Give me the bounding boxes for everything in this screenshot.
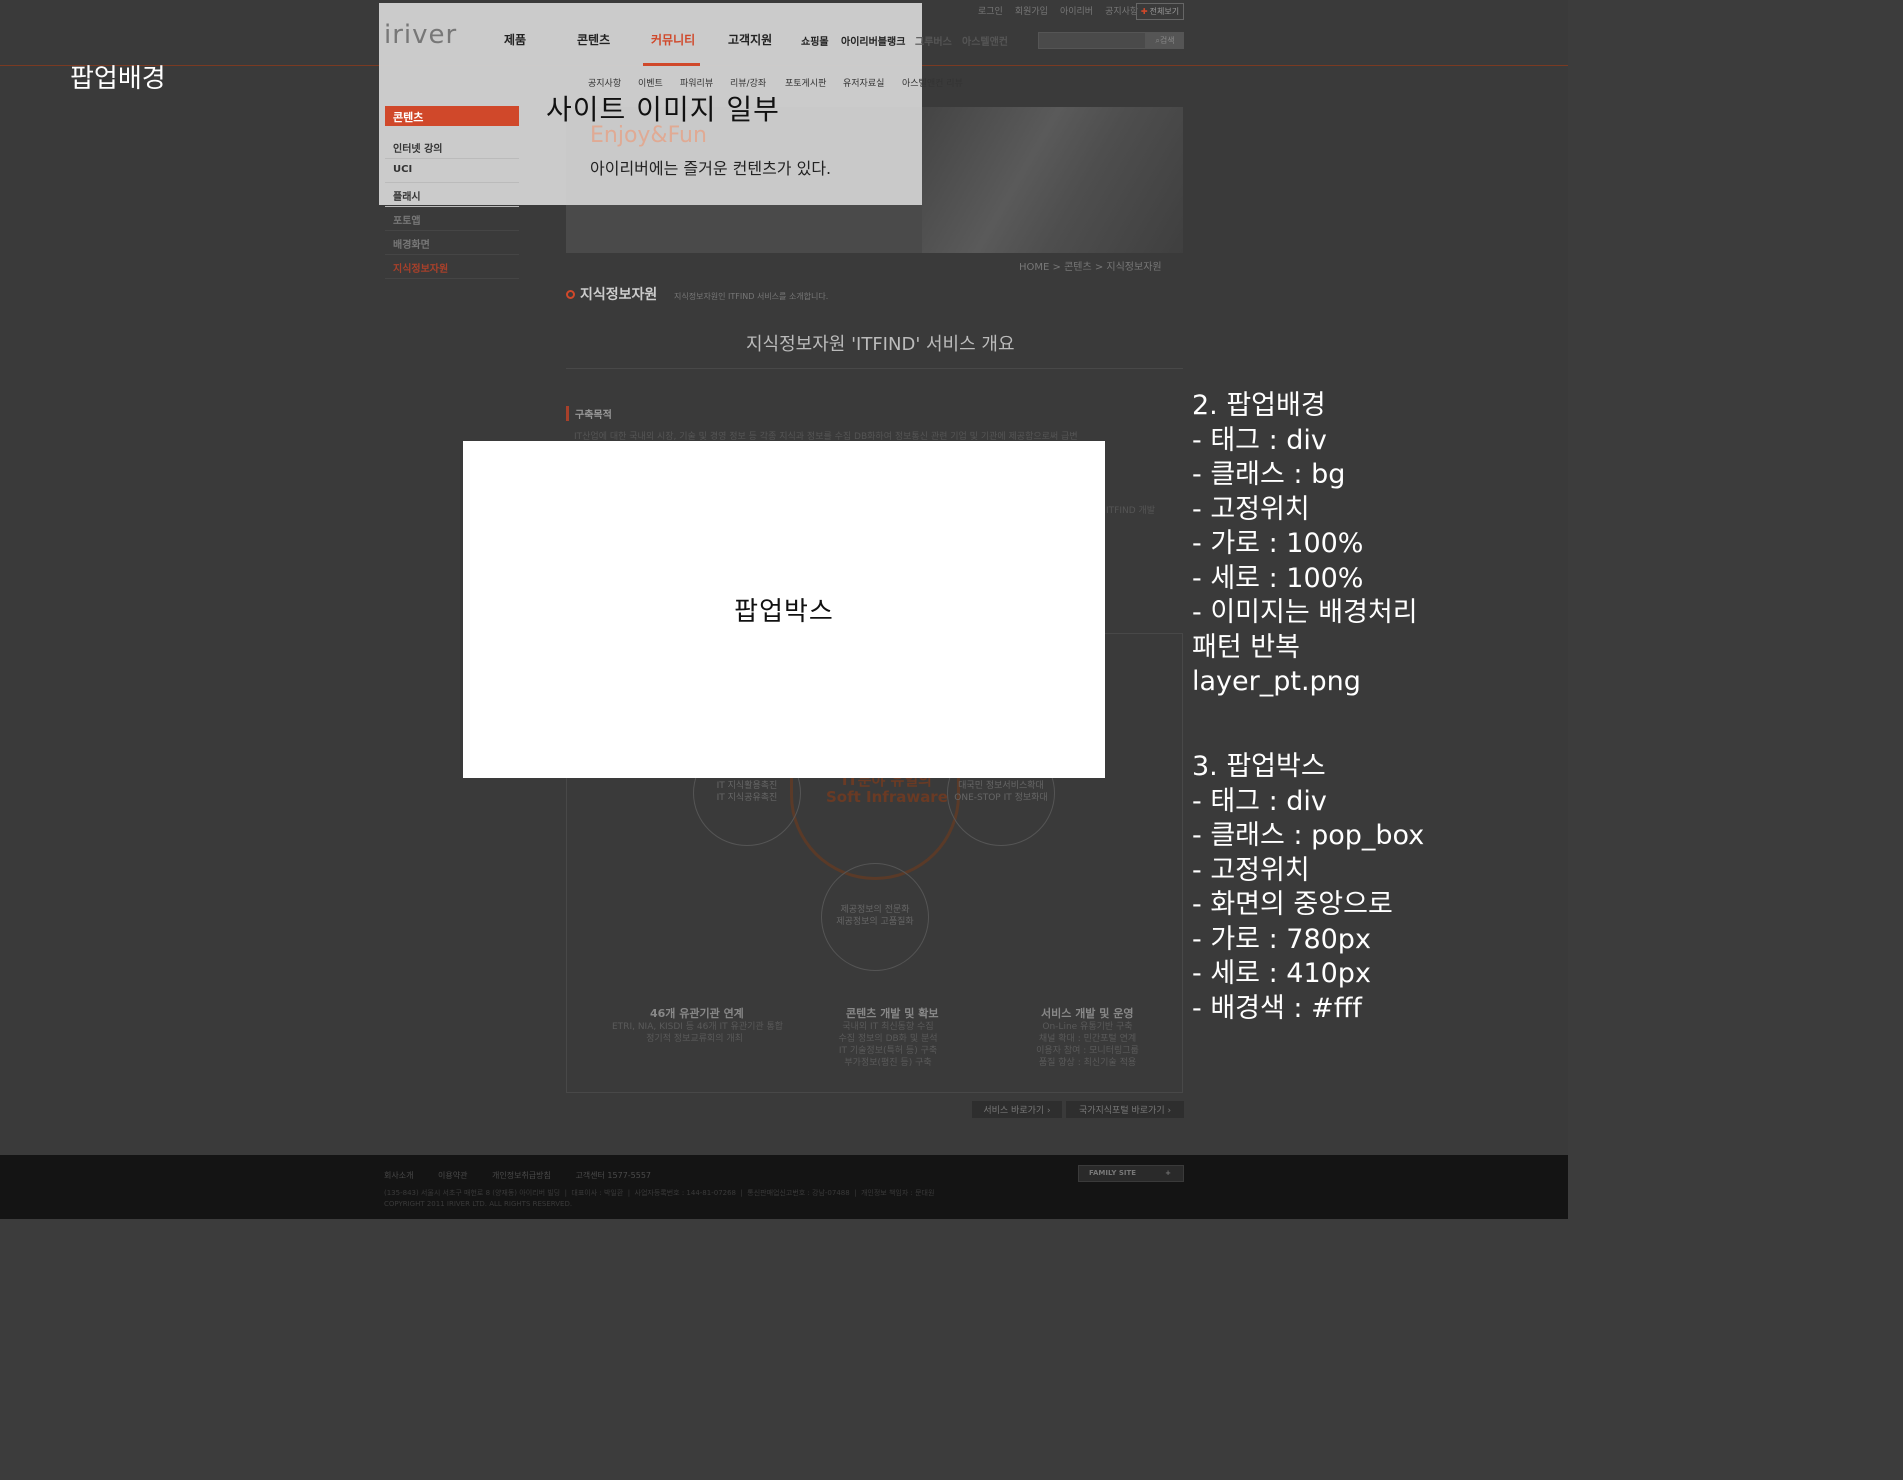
annotation-note-bg: 2. 팝업배경 - 태그 : div - 클래스 : bg - 고정위치 - 가… (1192, 390, 1418, 697)
popup-box: 팝업박스 (463, 441, 1105, 778)
annotation-bg-label: 팝업배경 (70, 64, 166, 94)
popup-box-label: 팝업박스 (734, 597, 834, 627)
annotation-site-label: 사이트 이미지 일부 (546, 93, 780, 126)
annotation-note-popup: 3. 팝업박스 - 태그 : div - 클래스 : pop_box - 고정위… (1192, 751, 1425, 1024)
